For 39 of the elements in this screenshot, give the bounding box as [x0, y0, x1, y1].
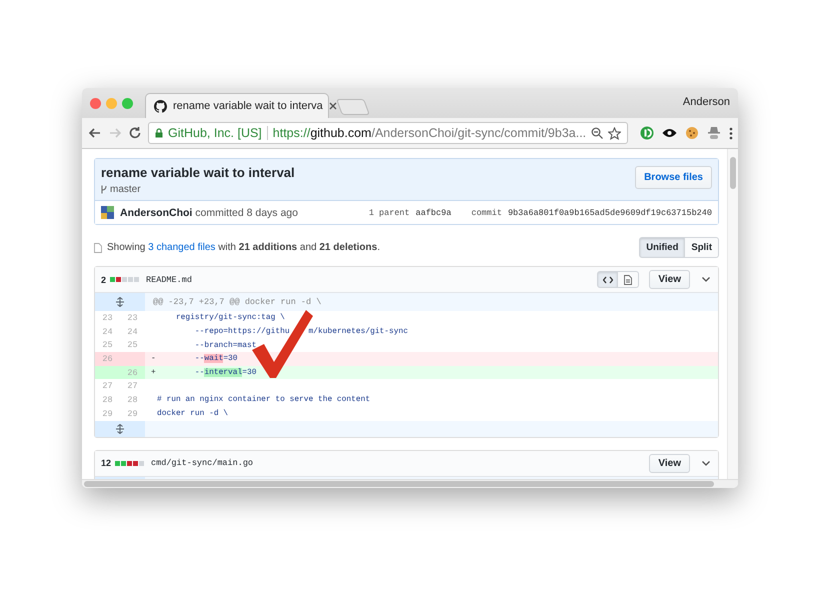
line-number: 26	[120, 366, 145, 380]
diff-summary: Showing 3 changed files with 21 additions and 21 deletions.	[107, 242, 381, 253]
changed-files-link[interactable]: 3 changed files	[148, 242, 216, 253]
line-number: 27	[101, 380, 114, 394]
parent-label: 1 parent	[368, 208, 410, 218]
line-number: 24	[101, 326, 114, 338]
line-number: 29	[101, 408, 114, 420]
commit-time: committed 8 days ago	[195, 206, 298, 218]
view-button[interactable]: View	[649, 454, 690, 472]
line-number: 26	[95, 352, 120, 366]
address-bar[interactable]: GitHub, Inc. [US] https://github.com/AndersonChoi/git-sync/commit/9b3a...	[148, 122, 628, 144]
commit-hash: 9b3a6a801f0a9b165ad5de9609df19c63715b240	[508, 208, 712, 218]
line-number: 23	[126, 312, 139, 325]
line-number: 28	[126, 394, 139, 407]
file-path: cmd/git-sync/main.go	[151, 458, 254, 468]
line-number: 25	[101, 339, 114, 352]
site-identity: GitHub, Inc. [US]	[168, 126, 262, 140]
change-count: 2	[101, 274, 106, 284]
commit-label: commit	[471, 208, 502, 218]
profile-name[interactable]: Anderson	[682, 96, 730, 108]
view-button[interactable]: View	[649, 270, 690, 289]
browse-files-button[interactable]: Browse files	[635, 166, 712, 189]
line-number: 25	[126, 339, 139, 352]
line-number: 23	[101, 312, 114, 325]
branch-name: master	[110, 184, 141, 195]
commit-title: rename variable wait to interval	[101, 165, 295, 180]
diff-mode-button[interactable]: Unified	[639, 237, 686, 258]
line-number: 27	[126, 380, 139, 394]
parent-hash-link[interactable]: aafbc9a	[416, 208, 452, 218]
hunk-header: @@ -23,7 +23,7 @@ docker run -d \	[152, 296, 322, 309]
line-number: 28	[101, 394, 114, 407]
line-number: 29	[126, 408, 139, 420]
url-text: https://github.com/AndersonChoi/git-sync/commit/9b3a...	[272, 126, 586, 140]
line-number: 24	[126, 326, 139, 338]
diff-mode-button[interactable]: Split	[685, 237, 719, 258]
author-name[interactable]: AndersonChoi	[120, 206, 192, 218]
change-count: 12	[101, 458, 112, 468]
tab-title: rename variable wait to interva	[173, 100, 323, 112]
file-path: README.md	[146, 274, 192, 284]
